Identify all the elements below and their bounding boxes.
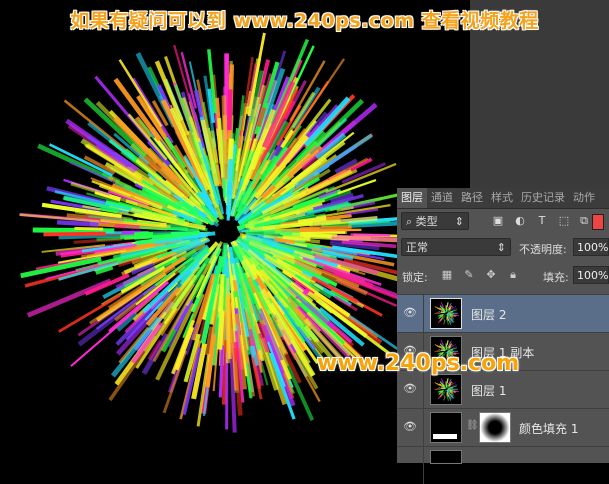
firework-ray: [220, 345, 222, 397]
firework-ray: [281, 230, 361, 231]
smart-object-filter-icon[interactable]: ⧉: [577, 214, 591, 228]
lock-label: 锁定:: [402, 269, 428, 285]
firework-ray: [449, 386, 450, 387]
layer-thumbnail: [430, 374, 462, 405]
firework-ray: [447, 303, 448, 307]
firework-ray: [74, 228, 103, 229]
layers-panel: 图层 通道 路径 样式 历史记录 动作 ⌕ 类型 ⇕ ▣ ◐ T ⬚ ⧉ 正常 ⇕ …: [397, 188, 609, 462]
firework-ray: [442, 343, 443, 346]
fill-label: 填充:: [543, 269, 569, 285]
filter-type-label: 类型: [416, 215, 438, 228]
firework-ray: [446, 309, 447, 311]
chevron-updown-icon: ⇕: [455, 213, 464, 231]
type-filter-icon[interactable]: T: [535, 214, 549, 228]
firework-ray: [332, 237, 400, 240]
chevron-updown-icon: ⇕: [497, 239, 506, 257]
firework-ray: [351, 234, 391, 235]
opacity-label: 不透明度:: [519, 241, 567, 257]
fill-input[interactable]: 100%: [573, 266, 609, 284]
layer-name[interactable]: 图层 2: [471, 306, 506, 323]
filter-row: ⌕ 类型 ⇕ ▣ ◐ T ⬚ ⧉: [397, 210, 609, 234]
tab-actions[interactable]: 动作: [569, 188, 599, 208]
lock-move-icon[interactable]: ✥: [484, 268, 498, 282]
panel-tabs: 图层 通道 路径 样式 历史记录 动作: [397, 188, 609, 209]
divider: [423, 409, 424, 446]
firework-ray: [227, 278, 228, 363]
visibility-eye-icon[interactable]: 👁︎: [403, 306, 417, 320]
firework-ray: [57, 222, 98, 224]
firework-ray: [447, 341, 448, 345]
tab-paths[interactable]: 路径: [457, 188, 487, 208]
mask-thumbnail[interactable]: [479, 412, 511, 443]
blend-row: 正常 ⇕ 不透明度: 100%: [397, 236, 609, 260]
filter-toggle[interactable]: [592, 214, 604, 230]
fill-slider-glyph: [433, 434, 457, 439]
watermark-text: www.240ps.com: [317, 351, 519, 376]
lock-brush-icon[interactable]: ✎: [462, 268, 476, 282]
firework-ray: [449, 348, 450, 349]
firework-ray: [442, 305, 443, 308]
link-chain-icon[interactable]: ⛓︎: [466, 420, 479, 431]
visibility-eye-icon[interactable]: 👁︎: [403, 382, 417, 396]
header-banner: 如果有疑问可以到 www.240ps.com 查看视频教程: [0, 6, 609, 33]
divider: [423, 295, 424, 332]
tab-styles[interactable]: 样式: [487, 188, 517, 208]
firework-ray: [28, 281, 111, 316]
firework-ray: [442, 381, 443, 384]
firework-ray: [441, 388, 443, 389]
visibility-eye-icon[interactable]: 👁︎: [403, 420, 417, 434]
firework-ray: [292, 234, 337, 235]
divider: [423, 371, 424, 408]
firework-ray: [171, 233, 200, 234]
lock-row: 锁定: ▦ ✎ ✥ 🔒︎ 填充: 100%: [397, 264, 609, 288]
image-filter-icon[interactable]: ▣: [491, 214, 505, 228]
shape-filter-icon[interactable]: ⬚: [557, 214, 571, 228]
firework-ray: [441, 312, 443, 313]
filter-type-select[interactable]: ⌕ 类型 ⇕: [401, 212, 469, 230]
firework-ray: [120, 235, 172, 237]
layer-name[interactable]: 图层 1: [471, 382, 506, 399]
adjustment-filter-icon[interactable]: ◐: [513, 214, 527, 228]
firework-ray: [229, 159, 231, 195]
divider: [423, 447, 424, 484]
firework-ray: [300, 227, 351, 229]
lock-transparent-icon[interactable]: ▦: [440, 268, 454, 282]
firework-ray: [115, 226, 140, 227]
layer-thumbnail: [430, 298, 462, 329]
firework-ray: [444, 395, 445, 400]
firework-ray: [245, 232, 300, 233]
fill-thumbnail: [430, 412, 462, 443]
firework-ray: [224, 276, 225, 311]
blend-mode-select[interactable]: 正常 ⇕: [401, 238, 511, 256]
lock-all-icon[interactable]: 🔒︎: [506, 268, 520, 282]
layer-name[interactable]: 颜色填充 1: [519, 420, 578, 437]
opacity-input[interactable]: 100%: [573, 238, 609, 256]
layer-row-color-fill[interactable]: 👁︎ ⛓︎ 颜色填充 1: [397, 408, 609, 446]
firework-ray: [447, 379, 448, 383]
layer-row-2[interactable]: 👁︎ 图层 2: [397, 294, 609, 332]
search-icon: ⌕: [406, 215, 416, 228]
tab-layers[interactable]: 图层: [397, 188, 427, 208]
blend-mode-value: 正常: [406, 241, 428, 254]
firework-ray: [43, 234, 105, 235]
firework-ray: [229, 89, 230, 130]
firework-ray: [224, 95, 226, 179]
firework-ray: [449, 310, 450, 311]
layer-row-partial[interactable]: [397, 446, 609, 463]
tab-channels[interactable]: 通道: [427, 188, 457, 208]
firework-ray: [446, 385, 447, 387]
tab-history[interactable]: 历史记录: [517, 188, 569, 208]
firework-ray: [446, 347, 447, 349]
firework-ray: [444, 319, 445, 324]
